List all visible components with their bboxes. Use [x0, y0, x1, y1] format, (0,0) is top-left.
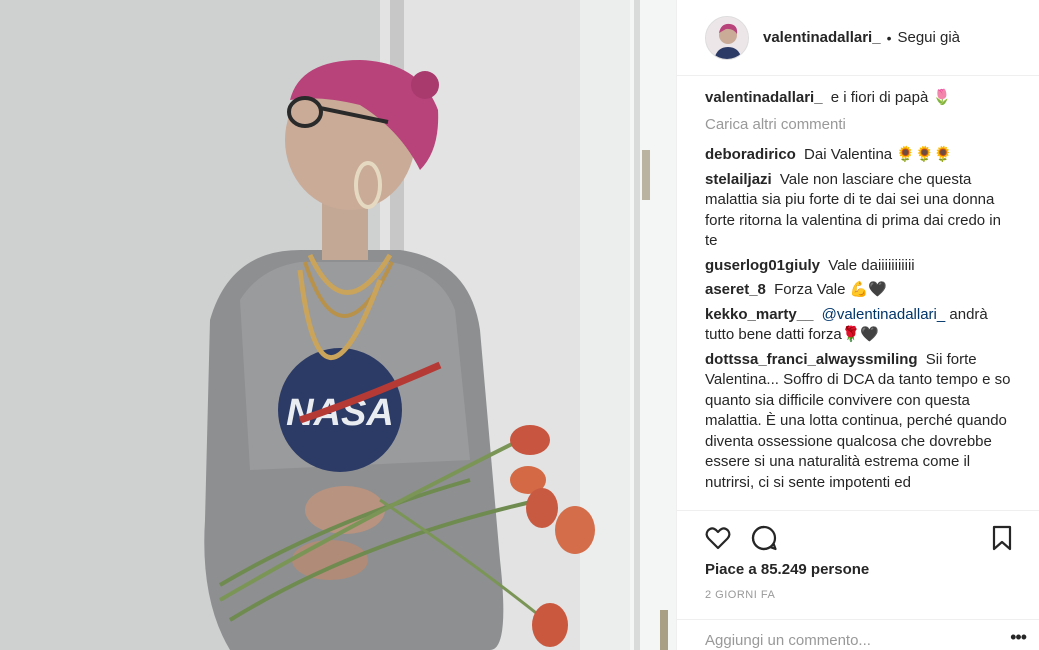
post-actions: Piace a 85.249 persone 2 GIORNI FA •••: [677, 510, 1039, 650]
load-more-comments-button[interactable]: Carica altri commenti: [705, 115, 1017, 136]
photo-illustration: NASA: [0, 0, 676, 650]
comment-text: Dai Valentina 🌻🌻🌻: [804, 146, 953, 163]
comment-username[interactable]: stelailjazi: [705, 171, 772, 188]
more-options-icon[interactable]: •••: [1010, 628, 1027, 646]
heart-icon[interactable]: [703, 523, 733, 553]
action-icons-row: [703, 523, 1017, 553]
comment-text: Sii forte Valentina... Soffro di DCA da …: [705, 350, 1011, 491]
header-separator: •: [886, 29, 892, 46]
caption-username[interactable]: valentinadallari_: [705, 89, 823, 106]
comment-item: deboradirico Dai Valentina 🌻🌻🌻: [705, 145, 1017, 166]
comment-item: aseret_8 Forza Vale 💪🖤: [705, 280, 1017, 301]
post-caption: valentinadallari_ e i fiori di papà 🌷: [705, 88, 1017, 109]
likes-count[interactable]: Piace a 85.249 persone: [705, 561, 869, 578]
comment-item: dottssa_franci_alwayssmiling Sii forte V…: [705, 350, 1017, 494]
comment-username[interactable]: dottssa_franci_alwayssmiling: [705, 351, 918, 368]
bookmark-icon[interactable]: [987, 523, 1017, 553]
comment-item: guserlog01giuly Vale daiiiiiiiiiii: [705, 256, 1017, 277]
header-username[interactable]: valentinadallari_: [763, 29, 881, 46]
comment-username[interactable]: guserlog01giuly: [705, 257, 820, 274]
comment-mention-link[interactable]: @valentinadallari_: [822, 306, 946, 323]
comment-username[interactable]: deboradirico: [705, 146, 796, 163]
post-sidebar: valentinadallari_ • Segui già valentinad…: [676, 0, 1039, 650]
avatar[interactable]: [705, 15, 749, 60]
comment-username[interactable]: aseret_8: [705, 281, 766, 298]
instagram-post-view: NASA valentinadallari_ • Segui già valen…: [0, 0, 1039, 650]
comment-item: stelailjazi Vale non lasciare che questa…: [705, 170, 1017, 252]
comments-list[interactable]: valentinadallari_ e i fiori di papà 🌷 Ca…: [705, 88, 1017, 508]
post-timestamp[interactable]: 2 GIORNI FA: [705, 589, 775, 601]
svg-text:NASA: NASA: [286, 392, 394, 434]
post-header: valentinadallari_ • Segui già: [677, 0, 1039, 76]
caption-text: e i fiori di papà 🌷: [830, 89, 952, 106]
comment-item: kekko_marty__ @valentinadallari_ andrà t…: [705, 305, 1017, 346]
comment-username[interactable]: kekko_marty__: [705, 306, 813, 323]
add-comment-bar: •••: [677, 619, 1039, 650]
comment-text: Vale daiiiiiiiiiii: [828, 256, 915, 274]
avatar-image: [706, 16, 748, 59]
comment-text: Forza Vale 💪🖤: [774, 281, 888, 298]
comment-icon[interactable]: [749, 523, 779, 553]
add-comment-input[interactable]: [705, 629, 995, 650]
post-photo[interactable]: NASA: [0, 0, 676, 650]
follow-status-button[interactable]: Segui già: [897, 29, 960, 46]
